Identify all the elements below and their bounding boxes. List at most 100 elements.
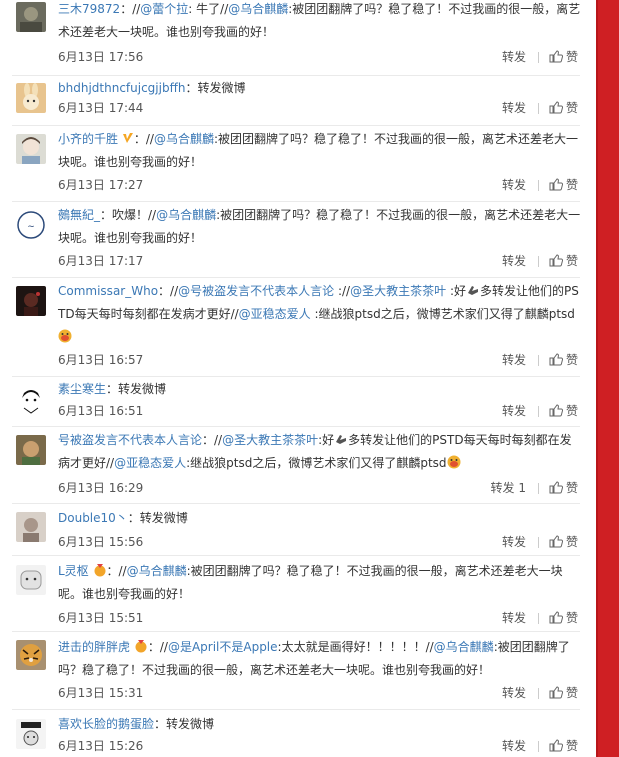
divider bbox=[537, 256, 539, 267]
username-link[interactable]: 喜欢长脸的鹅蛋脸 bbox=[58, 717, 154, 731]
comment-segment: :继战狼ptsd之后，微博艺术家们又得了麒麟ptsd bbox=[310, 307, 575, 321]
like-button[interactable]: 赞 bbox=[549, 101, 578, 115]
avatar[interactable] bbox=[16, 435, 46, 465]
crying-emoji-icon bbox=[58, 329, 72, 343]
medal-badge-icon bbox=[94, 564, 106, 577]
comment-actions: 转发 赞 bbox=[502, 98, 578, 118]
comment-segment: ：// bbox=[202, 433, 223, 447]
comment-segment: ：转发微博 bbox=[154, 717, 215, 731]
like-button[interactable]: 赞 bbox=[549, 481, 578, 495]
username-link[interactable]: 小齐的千胜 bbox=[58, 132, 118, 146]
thumbs-up-icon bbox=[549, 739, 563, 752]
comment-item: L灵枢 ：//@乌合麒麟:被团团翻牌了吗？稳了稳了！不过我画的很一般，离艺术还差… bbox=[0, 556, 596, 632]
comment-text: 素尘寒生：转发微博 bbox=[58, 378, 583, 401]
comment-actions: 转发 赞 bbox=[502, 683, 578, 703]
comment-text: 号被盗发言不代表本人言论：//@圣大教主茶茶叶:好 多转发让他们的PSTD每天每时… bbox=[58, 429, 583, 475]
like-button[interactable]: 赞 bbox=[549, 739, 578, 753]
avatar[interactable] bbox=[16, 384, 46, 414]
like-button[interactable]: 赞 bbox=[549, 353, 578, 367]
mention-link[interactable]: @亚稳态爱人 bbox=[239, 307, 311, 321]
username-link[interactable]: bhdhjdthncfujcgjjbffh bbox=[58, 81, 185, 95]
mention-link[interactable]: @乌合麒麟 bbox=[434, 640, 494, 654]
timestamp: 6月13日 15:51 bbox=[58, 611, 144, 625]
forward-button[interactable]: 转发 1 bbox=[491, 478, 526, 498]
comment-segment: :好 bbox=[318, 433, 335, 447]
like-button[interactable]: 赞 bbox=[549, 686, 578, 700]
avatar[interactable] bbox=[16, 565, 46, 595]
comment-text: Commissar_Who：//@号被盗发言不代表本人言论 ://@圣大教主茶茶… bbox=[58, 280, 583, 349]
forward-button[interactable]: 转发 bbox=[502, 683, 526, 703]
avatar[interactable] bbox=[16, 640, 46, 670]
comment-text: L灵枢 ：//@乌合麒麟:被团团翻牌了吗？稳了稳了！不过我画的很一般，离艺术还差… bbox=[58, 560, 583, 606]
comment-text: 鵺無紀_：吹爆！//@乌合麒麟:被团团翻牌了吗？稳了稳了！不过我画的很一般，离艺… bbox=[58, 204, 583, 250]
like-button[interactable]: 赞 bbox=[549, 50, 578, 64]
mention-link[interactable]: @乌合麒麟 bbox=[154, 132, 214, 146]
avatar[interactable] bbox=[16, 512, 46, 542]
forward-button[interactable]: 转发 bbox=[502, 175, 526, 195]
mention-link[interactable]: @是April不是Apple bbox=[168, 640, 278, 654]
avatar[interactable] bbox=[16, 83, 46, 113]
comment-item: bhdhjdthncfujcgjjbffh：转发微博 6月13日 17:44 转… bbox=[0, 76, 596, 126]
mention-link[interactable]: @号被盗发言不代表本人言论 bbox=[178, 284, 334, 298]
avatar[interactable] bbox=[16, 2, 46, 32]
forward-button[interactable]: 转发 bbox=[502, 98, 526, 118]
username-link[interactable]: Double10丶 bbox=[58, 511, 128, 525]
mention-link[interactable]: @蕾个拉 bbox=[140, 2, 188, 16]
comment-actions: 转发 赞 bbox=[502, 532, 578, 552]
comment-segment: ：// bbox=[133, 132, 154, 146]
comment-segment: ：吹爆！// bbox=[100, 208, 157, 222]
like-button[interactable]: 赞 bbox=[549, 178, 578, 192]
username-link[interactable]: Commissar_Who bbox=[58, 284, 158, 298]
divider bbox=[537, 537, 539, 548]
crying-emoji-icon bbox=[447, 455, 461, 469]
comment-segment: :好 bbox=[446, 284, 466, 298]
avatar[interactable]: ~ bbox=[16, 210, 46, 240]
like-button[interactable]: 赞 bbox=[549, 535, 578, 549]
comment-item: 号被盗发言不代表本人言论：//@圣大教主茶茶叶:好 多转发让他们的PSTD每天每时… bbox=[0, 427, 596, 504]
thumbs-up-icon bbox=[549, 353, 563, 366]
avatar[interactable] bbox=[16, 719, 46, 749]
forward-button[interactable]: 转发 bbox=[502, 47, 526, 67]
svg-text:~: ~ bbox=[27, 222, 35, 232]
mention-link[interactable]: @亚稳态爱人 bbox=[114, 456, 186, 470]
username-link[interactable]: 鵺無紀_ bbox=[58, 208, 100, 222]
comment-segment: : 牛了// bbox=[188, 2, 229, 16]
username-link[interactable]: L灵枢 bbox=[58, 564, 89, 578]
forward-button[interactable]: 转发 bbox=[502, 736, 526, 756]
avatar[interactable] bbox=[16, 286, 46, 316]
comment-text: Double10丶：转发微博 bbox=[58, 507, 583, 530]
mention-link[interactable]: @乌合麒麟 bbox=[127, 564, 187, 578]
mention-link[interactable]: @乌合麒麟 bbox=[156, 208, 216, 222]
thumbs-up-icon bbox=[549, 481, 563, 494]
mention-link[interactable]: @圣大教主茶茶叶 bbox=[350, 284, 446, 298]
username-link[interactable]: 素尘寒生 bbox=[58, 382, 106, 396]
forward-button[interactable]: 转发 bbox=[502, 401, 526, 421]
divider bbox=[537, 180, 539, 191]
mention-link[interactable]: @圣大教主茶茶叶 bbox=[222, 433, 318, 447]
comment-segment: :// bbox=[334, 284, 351, 298]
like-button[interactable]: 赞 bbox=[549, 404, 578, 418]
comment-actions: 转发 1 赞 bbox=[491, 478, 578, 498]
comment-actions: 转发 赞 bbox=[502, 175, 578, 195]
divider bbox=[537, 103, 539, 114]
forward-button[interactable]: 转发 bbox=[502, 532, 526, 552]
like-button[interactable]: 赞 bbox=[549, 254, 578, 268]
comment-actions: 转发 赞 bbox=[502, 401, 578, 421]
username-link[interactable]: 三木79872 bbox=[58, 2, 120, 16]
forward-button[interactable]: 转发 bbox=[502, 608, 526, 628]
username-link[interactable]: 号被盗发言不代表本人言论 bbox=[58, 433, 202, 447]
thumbs-up-icon bbox=[549, 101, 563, 114]
timestamp: 6月13日 16:29 bbox=[58, 481, 144, 495]
thumbs-up-icon bbox=[549, 254, 563, 267]
comment-item: Commissar_Who：//@号被盗发言不代表本人言论 ://@圣大教主茶茶… bbox=[0, 278, 596, 377]
thumbs-up-icon bbox=[549, 178, 563, 191]
comment-item: ~ 鵺無紀_：吹爆！//@乌合麒麟:被团团翻牌了吗？稳了稳了！不过我画的很一般，… bbox=[0, 202, 596, 278]
forward-button[interactable]: 转发 bbox=[502, 350, 526, 370]
like-button[interactable]: 赞 bbox=[549, 611, 578, 625]
mention-link[interactable]: @乌合麒麟 bbox=[228, 2, 288, 16]
timestamp: 6月13日 17:27 bbox=[58, 178, 144, 192]
avatar[interactable] bbox=[16, 134, 46, 164]
forward-button[interactable]: 转发 bbox=[502, 251, 526, 271]
comment-item: 喜欢长脸的鹅蛋脸：转发微博 6月13日 15:26 转发 赞 bbox=[0, 710, 596, 757]
username-link[interactable]: 进击的胖胖虎 bbox=[58, 640, 130, 654]
